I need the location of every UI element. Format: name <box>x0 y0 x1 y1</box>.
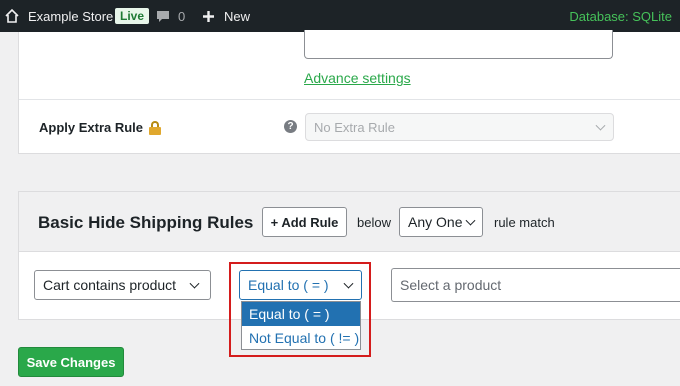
match-select-value: Any One <box>408 214 463 230</box>
comment-count[interactable]: 0 <box>178 0 185 32</box>
operator-dropdown: Equal to ( = ) Not Equal to ( != ) <box>241 301 361 350</box>
extra-rule-select: No Extra Rule <box>305 113 614 141</box>
apply-extra-rule-label: Apply Extra Rule <box>39 120 162 135</box>
rule-match-label: rule match <box>494 215 555 230</box>
chevron-down-icon <box>595 120 606 131</box>
chevron-down-icon <box>189 278 200 289</box>
match-select[interactable]: Any One <box>399 207 483 237</box>
below-label: below <box>357 215 391 230</box>
settings-card: Advance settings Apply Extra Rule ? No E… <box>18 30 680 154</box>
condition-select[interactable]: Cart contains product <box>34 270 211 300</box>
chevron-down-icon <box>343 278 354 289</box>
live-badge: Live <box>115 8 150 24</box>
lock-icon <box>149 120 162 135</box>
database-label: Database: SQLite <box>569 8 672 24</box>
divider <box>19 99 680 100</box>
save-changes-button[interactable]: Save Changes <box>18 347 124 377</box>
operator-option-equal[interactable]: Equal to ( = ) <box>242 302 360 326</box>
settings-textarea[interactable] <box>304 30 613 59</box>
extra-rule-value: No Extra Rule <box>314 119 395 135</box>
admin-bar: Example Store Live 0 New Database: SQLit… <box>0 0 680 32</box>
operator-select[interactable]: Equal to ( = ) <box>239 270 362 300</box>
home-icon[interactable] <box>4 0 22 32</box>
site-name[interactable]: Example Store <box>28 0 113 32</box>
new-label[interactable]: New <box>224 0 250 32</box>
help-icon[interactable]: ? <box>284 120 297 133</box>
plus-icon[interactable] <box>202 0 215 32</box>
apply-extra-rule-text: Apply Extra Rule <box>39 120 144 135</box>
condition-select-value: Cart contains product <box>43 277 177 293</box>
advance-settings-link[interactable]: Advance settings <box>304 70 411 86</box>
rules-header: Basic Hide Shipping Rules + Add Rule bel… <box>19 192 680 252</box>
rules-title: Basic Hide Shipping Rules <box>38 213 254 232</box>
add-rule-button[interactable]: + Add Rule <box>262 207 347 237</box>
operator-select-value: Equal to ( = ) <box>248 277 329 293</box>
operator-option-not-equal[interactable]: Not Equal to ( != ) <box>242 326 360 350</box>
comment-icon[interactable] <box>156 0 170 32</box>
chevron-down-icon <box>465 215 476 226</box>
product-select[interactable]: Select a product <box>391 268 680 302</box>
product-select-placeholder: Select a product <box>400 277 502 293</box>
